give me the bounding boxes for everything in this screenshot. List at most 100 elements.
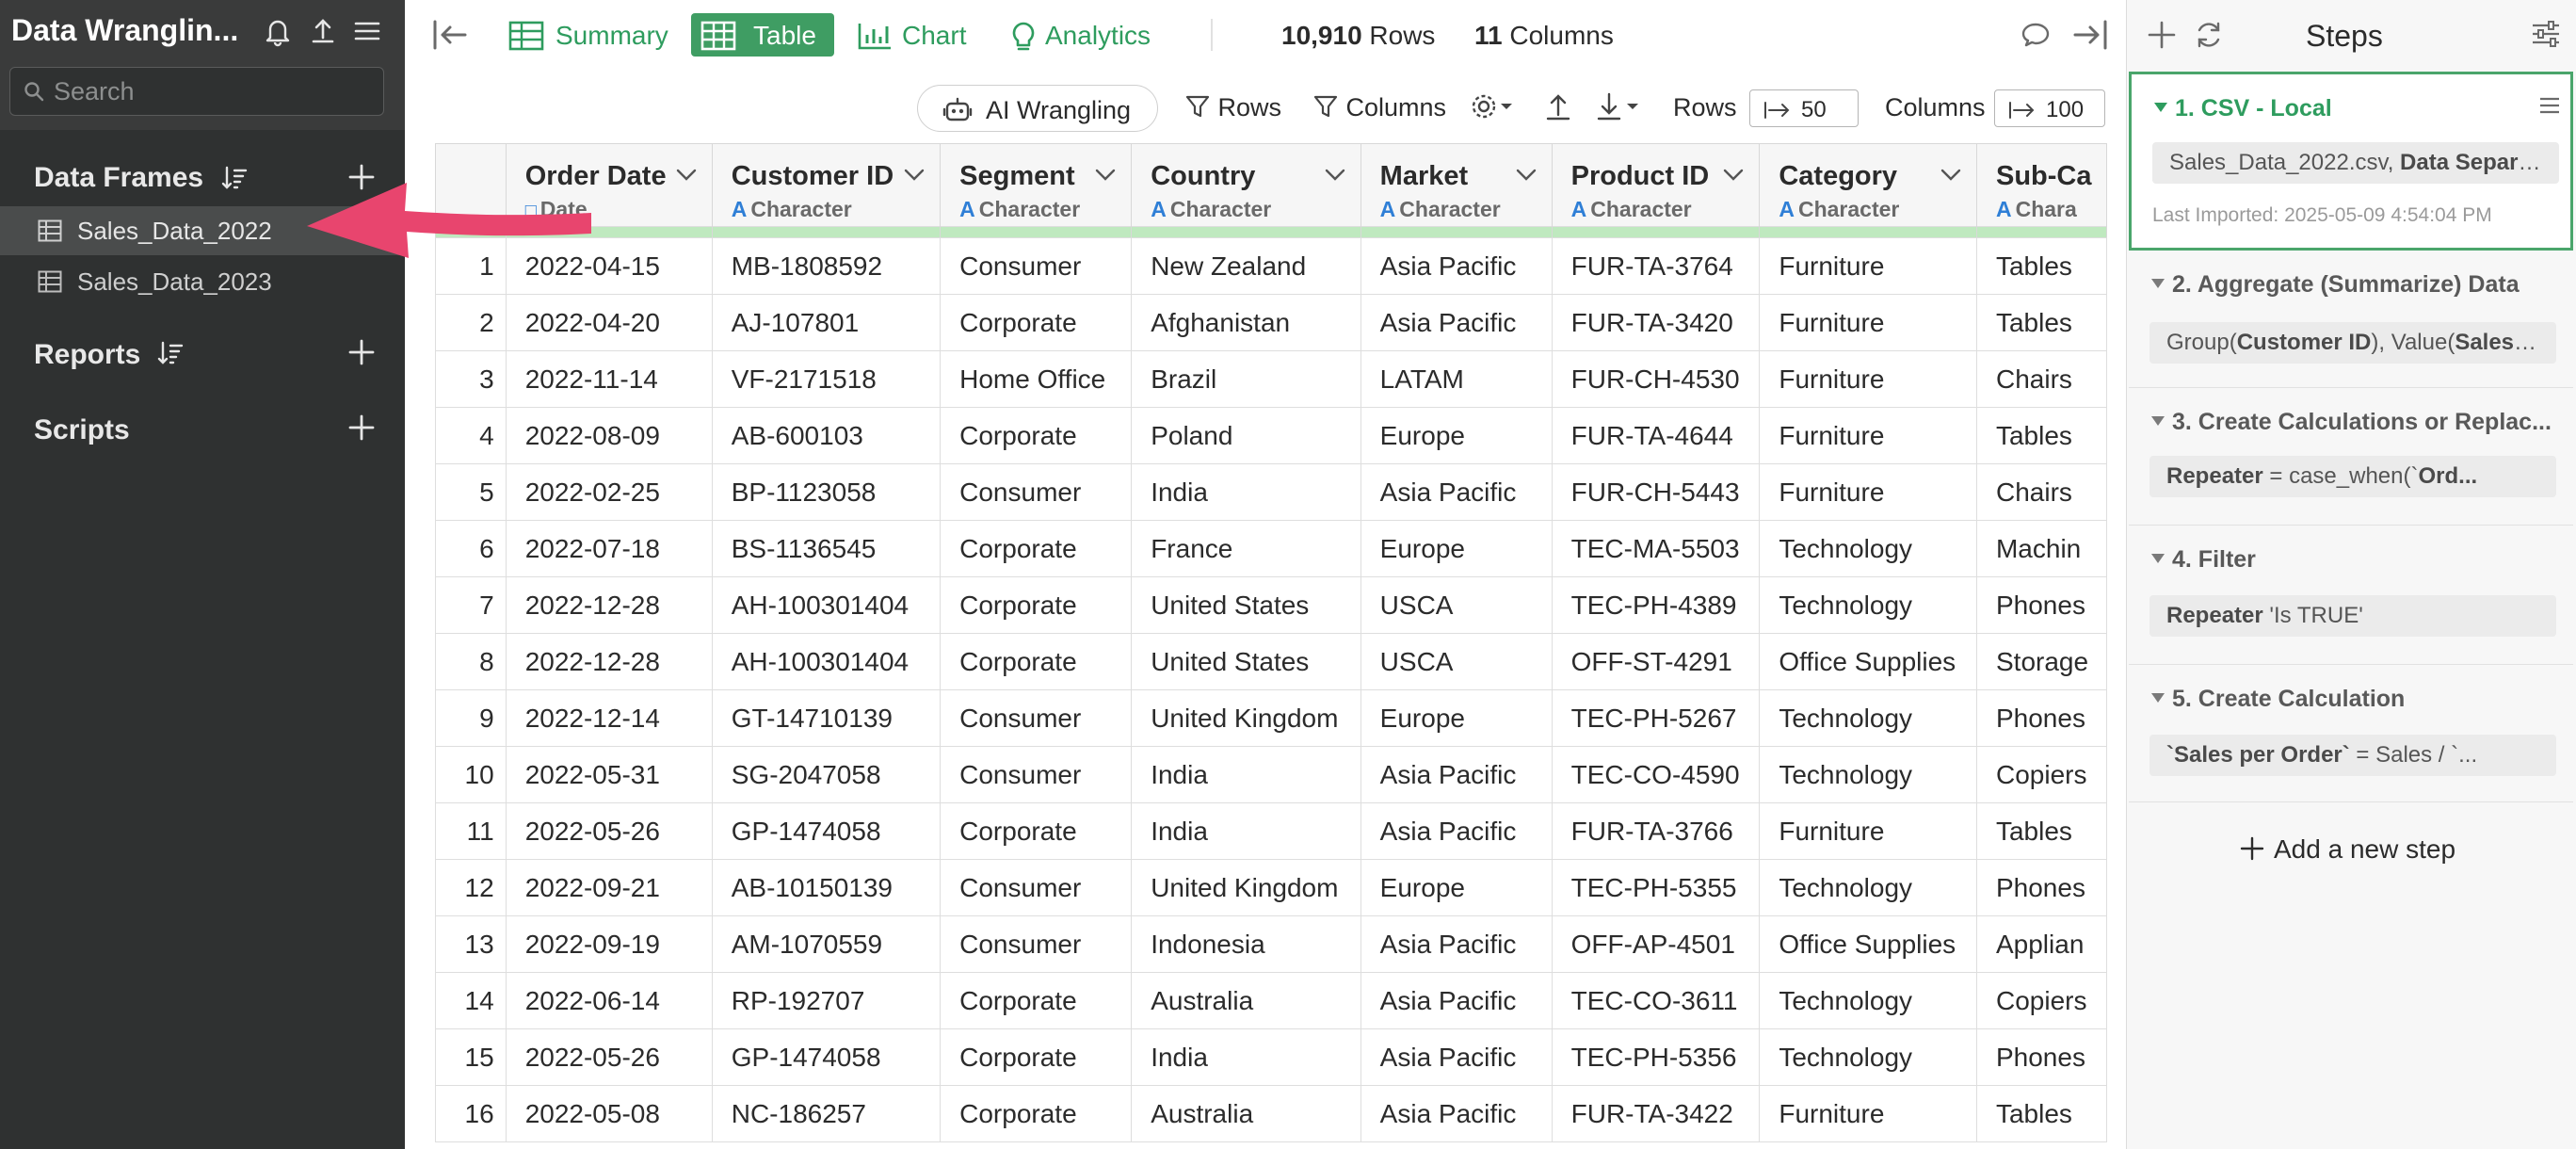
tab-chart[interactable]: Chart [847, 13, 989, 57]
sliders-icon[interactable] [2530, 19, 2562, 49]
table-cell[interactable]: Afghanistan [1131, 294, 1361, 351]
menu-icon[interactable] [351, 15, 383, 47]
table-cell[interactable]: 2022-12-14 [505, 689, 713, 747]
table-cell[interactable]: India [1131, 463, 1361, 521]
table-row[interactable]: 4 2022-08-09 AB-600103 Corporate Poland Europ… [435, 407, 2107, 464]
tab-table[interactable]: Table [691, 13, 834, 57]
table-cell[interactable]: Corporate [940, 520, 1133, 577]
table-cell[interactable]: Phones [1975, 859, 2107, 916]
table-cell[interactable]: Tables [1975, 407, 2107, 464]
table-row[interactable]: 5 2022-02-25 BP-1123058 Consumer India Asia P… [435, 463, 2107, 521]
table-row[interactable]: 15 2022-05-26 GP-1474058 Corporate India Asia… [435, 1028, 2107, 1086]
table-cell[interactable]: 2022-02-25 [505, 463, 713, 521]
table-cell[interactable]: 2022-07-18 [505, 520, 713, 577]
table-cell[interactable]: OFF-ST-4291 [1551, 633, 1761, 690]
table-cell[interactable]: Storage [1975, 633, 2107, 690]
filter-rows-button[interactable]: Rows [1184, 93, 1281, 122]
collapse-steps-icon[interactable] [2071, 19, 2109, 51]
table-cell[interactable]: 2022-09-21 [505, 859, 713, 916]
table-cell[interactable]: 2022-05-08 [505, 1085, 713, 1142]
table-cell[interactable]: Technology [1759, 520, 1977, 577]
table-row[interactable]: 9 2022-12-14 GT-14710139 Consumer United Kin… [435, 689, 2107, 747]
scripts-heading[interactable]: Scripts [34, 414, 130, 446]
table-cell[interactable]: Poland [1131, 407, 1361, 464]
table-cell[interactable]: Asia Pacific [1360, 237, 1553, 295]
table-cell[interactable]: 2022-12-28 [505, 633, 713, 690]
table-cell[interactable]: Europe [1360, 520, 1553, 577]
table-cell[interactable]: Corporate [940, 576, 1133, 634]
table-cell[interactable]: LATAM [1360, 350, 1553, 408]
table-cell[interactable]: Consumer [940, 463, 1133, 521]
table-cell[interactable]: Asia Pacific [1360, 802, 1553, 860]
table-cell[interactable]: Tables [1975, 294, 2107, 351]
table-cell[interactable]: Consumer [940, 689, 1133, 747]
table-cell[interactable]: Furniture [1759, 407, 1977, 464]
table-cell[interactable]: Brazil [1131, 350, 1361, 408]
table-row[interactable]: 10 2022-05-31 SG-2047058 Consumer India Asia … [435, 746, 2107, 803]
table-cell[interactable]: FUR-TA-3764 [1551, 237, 1761, 295]
expand-caret-icon[interactable] [2151, 554, 2165, 563]
expand-caret-icon[interactable] [2154, 103, 2167, 112]
column-header[interactable]: Customer ID A Character [711, 143, 942, 227]
table-cell[interactable]: 2022-05-26 [505, 802, 713, 860]
table-cell[interactable]: Furniture [1759, 463, 1977, 521]
table-row[interactable]: 8 2022-12-28 AH-100301404 Corporate United S… [435, 633, 2107, 690]
chevron-down-icon[interactable] [676, 169, 697, 182]
table-cell[interactable]: TEC-CO-3611 [1551, 972, 1761, 1029]
table-cell[interactable]: TEC-PH-5356 [1551, 1028, 1761, 1086]
table-row[interactable]: 12 2022-09-21 AB-10150139 Consumer United Ki… [435, 859, 2107, 916]
table-cell[interactable]: Chairs [1975, 350, 2107, 408]
table-cell[interactable]: 2022-04-20 [505, 294, 713, 351]
table-cell[interactable]: RP-192707 [711, 972, 942, 1029]
column-header[interactable]: Segment A Character [940, 143, 1133, 227]
table-cell[interactable]: Indonesia [1131, 915, 1361, 973]
table-cell[interactable]: Europe [1360, 689, 1553, 747]
table-cell[interactable]: Tables [1975, 237, 2107, 295]
table-cell[interactable]: Corporate [940, 972, 1133, 1029]
table-cell[interactable]: USCA [1360, 633, 1553, 690]
table-cell[interactable]: USCA [1360, 576, 1553, 634]
reports-heading[interactable]: Reports [34, 339, 140, 371]
export-icon[interactable] [307, 15, 339, 47]
table-cell[interactable]: Phones [1975, 689, 2107, 747]
chevron-down-icon[interactable] [1516, 169, 1537, 182]
table-cell[interactable]: 2022-09-19 [505, 915, 713, 973]
table-cell[interactable]: AB-600103 [711, 407, 942, 464]
table-row[interactable]: 1 2022-04-15 MB-1808592 Consumer New Zealand… [435, 237, 2107, 295]
table-cell[interactable]: Technology [1759, 1028, 1977, 1086]
step-menu-icon[interactable] [2538, 95, 2561, 116]
table-cell[interactable]: Applian [1975, 915, 2107, 973]
table-cell[interactable]: Europe [1360, 859, 1553, 916]
add-new-step-button[interactable]: Add a new step [2240, 834, 2455, 865]
add-step-plus-icon[interactable] [2146, 19, 2178, 51]
add-report-icon[interactable] [346, 337, 377, 367]
sort-icon[interactable] [220, 164, 249, 192]
table-cell[interactable]: Tables [1975, 802, 2107, 860]
table-cell[interactable]: United Kingdom [1131, 689, 1361, 747]
table-cell[interactable]: Corporate [940, 407, 1133, 464]
ai-wrangling-button[interactable]: AI Wrangling [917, 85, 1158, 132]
table-cell[interactable]: Corporate [940, 802, 1133, 860]
table-cell[interactable]: Furniture [1759, 350, 1977, 408]
table-cell[interactable]: 2022-12-28 [505, 576, 713, 634]
chevron-down-icon[interactable] [1095, 169, 1116, 182]
search-input[interactable] [54, 73, 374, 109]
tab-summary[interactable]: Summary [499, 13, 678, 57]
table-cell[interactable]: SG-2047058 [711, 746, 942, 803]
table-row[interactable]: 2 2022-04-20 AJ-107801 Corporate Afghanistan… [435, 294, 2107, 351]
table-cell[interactable]: AM-1070559 [711, 915, 942, 973]
data-table-container[interactable]: Order Date □ Date Customer ID A Character Segm… [435, 143, 2107, 1149]
table-cell[interactable]: Europe [1360, 407, 1553, 464]
table-cell[interactable]: India [1131, 802, 1361, 860]
table-cell[interactable]: United States [1131, 576, 1361, 634]
table-cell[interactable]: Corporate [940, 1028, 1133, 1086]
table-cell[interactable]: Asia Pacific [1360, 746, 1553, 803]
table-cell[interactable]: Consumer [940, 859, 1133, 916]
chevron-down-icon[interactable] [1325, 169, 1345, 182]
table-cell[interactable]: Australia [1131, 972, 1361, 1029]
table-cell[interactable]: United States [1131, 633, 1361, 690]
table-cell[interactable]: FUR-TA-4644 [1551, 407, 1761, 464]
table-cell[interactable]: Asia Pacific [1360, 294, 1553, 351]
table-cell[interactable]: TEC-MA-5503 [1551, 520, 1761, 577]
table-cell[interactable]: OFF-AP-4501 [1551, 915, 1761, 973]
